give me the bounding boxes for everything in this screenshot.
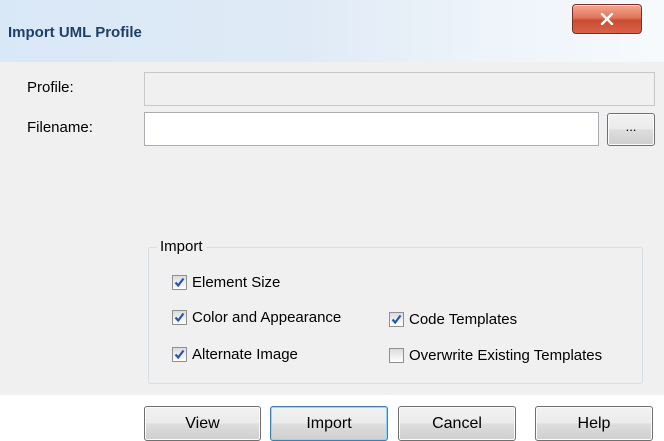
title-bar[interactable]: Import UML Profile (0, 0, 664, 62)
color-appearance-label: Color and Appearance (192, 309, 342, 326)
element-size-checkbox[interactable]: Element Size (172, 274, 280, 291)
close-button[interactable] (572, 4, 642, 34)
alternate-image-label: Alternate Image (192, 346, 298, 363)
profile-input (145, 73, 654, 105)
alternate-image-checkbox[interactable]: Alternate Image (172, 346, 298, 363)
profile-label: Profile: (27, 79, 74, 96)
code-templates-checkbox[interactable]: Code Templates (389, 311, 517, 328)
filename-label: Filename: (27, 119, 93, 136)
checkbox-box[interactable] (172, 310, 187, 325)
checkbox-box[interactable] (172, 347, 187, 362)
filename-input[interactable] (145, 113, 598, 145)
checkmark-icon (391, 314, 402, 325)
browse-button[interactable]: ... (607, 113, 655, 146)
import-uml-profile-dialog: Import UML Profile Profile: Filename: ..… (0, 0, 664, 441)
checkbox-box[interactable] (172, 275, 187, 290)
element-size-label: Element Size (192, 274, 281, 291)
overwrite-templates-checkbox[interactable]: Overwrite Existing Templates (389, 347, 602, 364)
import-button[interactable]: Import (270, 406, 388, 441)
dialog-body: Profile: Filename: ... Import Element Si… (0, 62, 664, 441)
help-button[interactable]: Help (535, 406, 653, 441)
dialog-title: Import UML Profile (8, 24, 142, 41)
overwrite-templates-label: Overwrite Existing Templates (409, 347, 603, 364)
checkbox-box[interactable] (389, 348, 404, 363)
checkmark-icon (174, 312, 185, 323)
checkmark-icon (174, 349, 185, 360)
profile-field (144, 72, 655, 106)
import-group-legend: Import (157, 238, 206, 255)
cancel-button[interactable]: Cancel (398, 406, 516, 441)
close-icon (600, 13, 614, 25)
filename-field[interactable] (144, 112, 599, 146)
code-templates-label: Code Templates (409, 311, 518, 328)
checkbox-box[interactable] (389, 312, 404, 327)
checkmark-icon (174, 277, 185, 288)
view-button[interactable]: View (144, 406, 261, 441)
color-appearance-checkbox[interactable]: Color and Appearance (172, 309, 341, 326)
